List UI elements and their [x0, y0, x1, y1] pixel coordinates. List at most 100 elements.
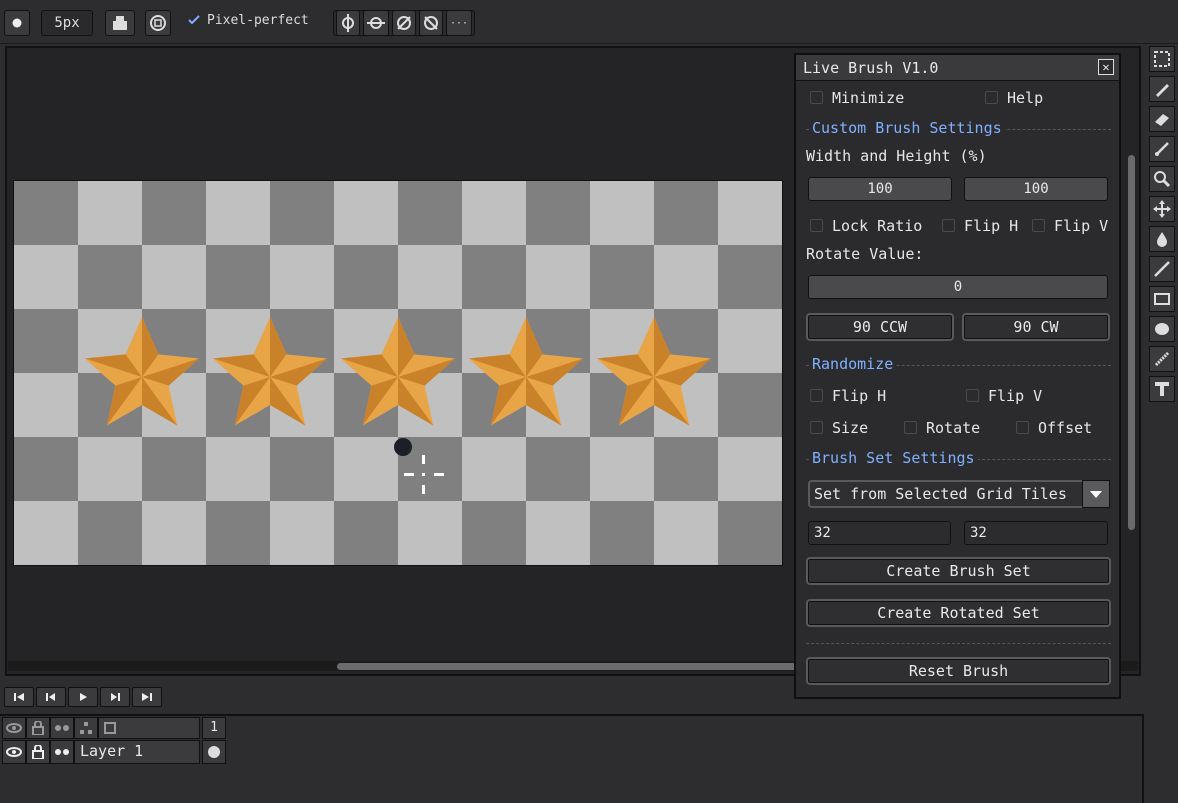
checker-tile: [14, 501, 78, 565]
layer-lock-icon[interactable]: [26, 740, 50, 764]
square-icon[interactable]: [104, 722, 116, 734]
prev-frame-icon[interactable]: [36, 687, 66, 707]
random-size-label: Size: [832, 419, 869, 437]
checker-tile: [718, 565, 782, 566]
marquee-icon[interactable]: [1149, 46, 1175, 72]
symmetry-xy-icon[interactable]: [392, 10, 416, 36]
layer-visibility-eye-icon[interactable]: [2, 740, 26, 764]
checker-tile: [206, 501, 270, 565]
random-flip-v-checkbox[interactable]: [966, 389, 979, 402]
cel-keyframe[interactable]: [202, 740, 226, 764]
help-checkbox[interactable]: [985, 91, 998, 104]
brush-size-field[interactable]: 5px: [41, 10, 93, 36]
checker-tile: [78, 245, 142, 309]
checker-tile: [718, 309, 782, 373]
checker-tile: [782, 565, 783, 566]
last-frame-icon[interactable]: [132, 687, 162, 707]
randomize-section-title: Randomize: [809, 355, 897, 373]
brush-icon[interactable]: [1149, 136, 1175, 162]
checker-tile: [782, 437, 783, 501]
spray-icon[interactable]: [1149, 346, 1175, 372]
live-brush-panel: Live Brush V1.0 ✕ Minimize Help Custom B…: [794, 53, 1121, 699]
rotate-value-slider[interactable]: 0: [808, 275, 1108, 299]
random-rotate-checkbox[interactable]: [904, 421, 917, 434]
set-mode-dropdown[interactable]: Set from Selected Grid Tiles: [808, 480, 1110, 508]
checker-tile: [398, 565, 462, 566]
zoom-icon[interactable]: [1149, 166, 1175, 192]
random-offset-checkbox[interactable]: [1016, 421, 1029, 434]
grid-width-field[interactable]: 32: [808, 521, 951, 545]
checker-tile: [270, 245, 334, 309]
top-toolbar: 5px Pixel-perfect ···: [0, 0, 1178, 44]
close-icon[interactable]: ✕: [1098, 59, 1114, 75]
checker-tile: [14, 309, 78, 373]
move-icon[interactable]: [1149, 196, 1175, 222]
vertical-scroll-thumb[interactable]: [1128, 155, 1135, 530]
flip-h-label: Flip H: [964, 217, 1019, 235]
checker-tile: [142, 437, 206, 501]
text-icon[interactable]: [1149, 376, 1175, 402]
rotate-ccw-button[interactable]: 90 CCW: [806, 313, 954, 341]
first-frame-icon[interactable]: [4, 687, 34, 707]
eraser-icon[interactable]: [1149, 106, 1175, 132]
checker-tile: [206, 181, 270, 245]
pixel-perfect-icon[interactable]: [145, 10, 171, 36]
width-percent-field[interactable]: 100: [808, 177, 952, 201]
chevron-down-icon[interactable]: [1082, 480, 1110, 508]
lock-ratio-checkbox[interactable]: [810, 219, 823, 232]
drawing-canvas[interactable]: [13, 180, 783, 566]
checker-tile: [78, 565, 142, 566]
minimize-checkbox[interactable]: [810, 91, 823, 104]
checker-tile: [526, 245, 590, 309]
grid-height-field[interactable]: 32: [964, 521, 1108, 545]
fill-bucket-icon[interactable]: [105, 10, 135, 36]
checker-tile: [782, 309, 783, 373]
checker-tile: [398, 501, 462, 565]
checker-tile: [782, 245, 783, 309]
frame-number[interactable]: 1: [202, 717, 226, 739]
checker-tile: [526, 565, 590, 566]
checker-tile: [14, 181, 78, 245]
layer-link-icon[interactable]: [50, 740, 74, 764]
checker-tile: [206, 437, 270, 501]
next-frame-icon[interactable]: [100, 687, 130, 707]
symmetry-y-icon[interactable]: [363, 10, 389, 36]
lock-icon[interactable]: [26, 717, 50, 739]
random-size-checkbox[interactable]: [810, 421, 823, 434]
random-flip-h-checkbox[interactable]: [810, 389, 823, 402]
checker-tile: [270, 501, 334, 565]
random-flip-v-label: Flip V: [988, 387, 1043, 405]
rectangle-icon[interactable]: [1149, 286, 1175, 312]
eye-icon[interactable]: [2, 717, 26, 739]
reset-brush-button[interactable]: Reset Brush: [806, 657, 1111, 685]
create-brush-set-button[interactable]: Create Brush Set: [806, 557, 1111, 585]
horizontal-scroll-thumb[interactable]: [337, 663, 797, 670]
layer-name[interactable]: Layer 1: [80, 742, 143, 760]
panel-titlebar[interactable]: Live Brush V1.0 ✕: [796, 55, 1119, 81]
layer-group-icon[interactable]: [74, 717, 98, 739]
checker-tile: [590, 501, 654, 565]
flip-v-checkbox[interactable]: [1032, 219, 1045, 232]
rotate-cw-button[interactable]: 90 CW: [962, 313, 1110, 341]
link-icon[interactable]: [50, 717, 74, 739]
symmetry-diag-icon[interactable]: [419, 10, 443, 36]
height-percent-field[interactable]: 100: [964, 177, 1108, 201]
symmetry-x-icon[interactable]: [336, 10, 360, 36]
flip-h-checkbox[interactable]: [942, 219, 955, 232]
play-icon[interactable]: [68, 687, 98, 707]
check-icon[interactable]: [186, 12, 202, 28]
bucket-icon[interactable]: [1149, 226, 1175, 252]
rotate-value-label: Rotate Value:: [806, 245, 924, 263]
checker-tile: [142, 245, 206, 309]
create-rotated-set-button[interactable]: Create Rotated Set: [806, 599, 1111, 627]
checker-tile: [654, 245, 718, 309]
ellipse-icon[interactable]: [1149, 316, 1175, 342]
checker-tile: [654, 501, 718, 565]
circle-brush-icon[interactable]: [4, 10, 30, 36]
pencil-icon[interactable]: [1149, 76, 1175, 102]
checker-tile: [590, 565, 654, 566]
checker-tile: [78, 437, 142, 501]
lock-ratio-label: Lock Ratio: [832, 217, 923, 235]
more-options-button[interactable]: ···: [446, 10, 472, 36]
line-icon[interactable]: [1149, 256, 1175, 282]
